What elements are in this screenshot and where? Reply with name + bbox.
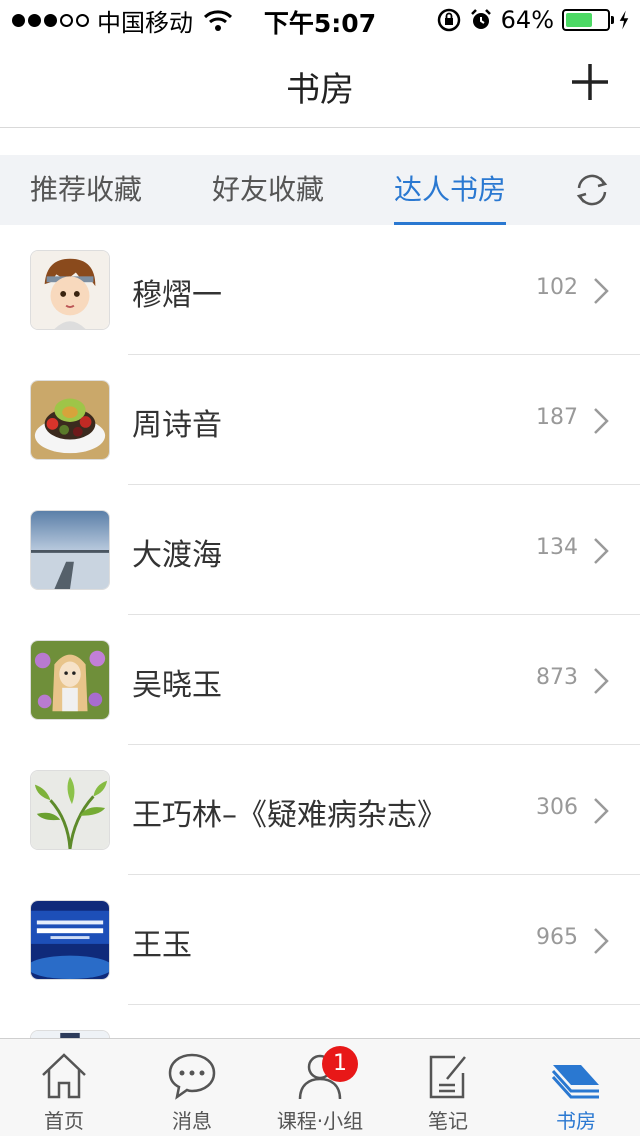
avatar xyxy=(30,380,110,460)
tab-home[interactable]: 首页 xyxy=(0,1039,128,1136)
book-count: 187 xyxy=(536,405,578,430)
list-item[interactable]: 吴晓玉 873 xyxy=(0,615,640,745)
tab-study[interactable]: 书房 xyxy=(512,1039,640,1136)
home-icon xyxy=(42,1053,86,1099)
expert-list: 穆熠一 102 周诗音 187 大渡海 134 吴晓玉 873 王巧林–《疑难病… xyxy=(0,225,640,1038)
tab-label: 笔记 xyxy=(428,1109,468,1133)
tab-label: 推荐收藏 xyxy=(30,173,143,206)
books-icon xyxy=(551,1065,599,1099)
status-bar: 中国移动 下午5:07 64% xyxy=(0,0,640,40)
tab-label: 首页 xyxy=(44,1109,84,1133)
avatar xyxy=(30,250,110,330)
tab-label: 达人书房 xyxy=(394,173,507,206)
battery-percent: 64% xyxy=(500,6,554,34)
navigation-bar: 书房 xyxy=(0,40,640,128)
expert-name: 王玉 xyxy=(132,928,192,963)
tab-notes[interactable]: 笔记 xyxy=(384,1039,512,1136)
chevron-right-icon xyxy=(594,928,609,954)
avatar xyxy=(30,900,110,980)
expert-name: 王巧林–《疑难病杂志》 xyxy=(132,798,447,833)
battery-fill xyxy=(566,13,592,27)
book-count: 873 xyxy=(536,665,578,690)
list-item[interactable]: 穆熠一 102 xyxy=(0,225,640,355)
tab-label: 好友收藏 xyxy=(212,173,325,206)
notification-badge: 1 xyxy=(322,1046,358,1082)
status-right: 64% xyxy=(437,4,630,36)
list-item[interactable]: 周诗音 187 xyxy=(0,355,640,485)
avatar xyxy=(30,770,110,850)
avatar xyxy=(30,640,110,720)
rotation-lock-icon xyxy=(437,8,460,32)
battery-icon xyxy=(562,9,614,31)
expert-name: 吴晓玉 xyxy=(132,668,222,703)
tab-messages[interactable]: 消息 xyxy=(128,1039,256,1136)
plus-icon[interactable] xyxy=(570,62,610,102)
expert-name: 穆熠一 xyxy=(132,278,222,313)
book-count: 306 xyxy=(536,795,578,820)
list-item[interactable]: 王玉 965 xyxy=(0,875,640,1005)
avatar xyxy=(30,510,110,590)
book-count: 134 xyxy=(536,535,578,560)
tab-label: 书房 xyxy=(556,1109,596,1133)
chevron-right-icon xyxy=(594,668,609,694)
expert-name: 大渡海 xyxy=(132,538,222,573)
chevron-right-icon xyxy=(594,798,609,824)
chevron-right-icon xyxy=(594,538,609,564)
list-item[interactable] xyxy=(0,1005,640,1038)
refresh-icon[interactable] xyxy=(574,172,610,208)
alarm-icon xyxy=(470,9,491,29)
avatar xyxy=(30,1030,110,1038)
tab-courses-groups[interactable]: 课程·小组 xyxy=(256,1039,384,1136)
book-count: 102 xyxy=(536,275,578,300)
note-icon xyxy=(429,1055,466,1099)
tab-experts[interactable]: 达人书房 xyxy=(394,155,506,225)
expert-name: 周诗音 xyxy=(132,408,222,443)
bottom-tab-bar: 首页 消息 课程·小组 笔记 书房 xyxy=(0,1038,640,1136)
tab-friends[interactable]: 好友收藏 xyxy=(212,155,324,225)
chevron-right-icon xyxy=(594,278,609,304)
chevron-right-icon xyxy=(594,408,609,434)
message-icon xyxy=(168,1053,216,1100)
tab-recommended[interactable]: 推荐收藏 xyxy=(30,155,142,225)
tab-label: 课程·小组 xyxy=(276,1109,364,1133)
charging-icon xyxy=(619,10,629,30)
list-item[interactable]: 王巧林–《疑难病杂志》 306 xyxy=(0,745,640,875)
book-count: 965 xyxy=(536,925,578,950)
page-title: 书房 xyxy=(286,70,354,110)
tab-label: 消息 xyxy=(172,1109,212,1133)
category-tabs: 推荐收藏 好友收藏 达人书房 xyxy=(0,155,640,225)
list-item[interactable]: 大渡海 134 xyxy=(0,485,640,615)
